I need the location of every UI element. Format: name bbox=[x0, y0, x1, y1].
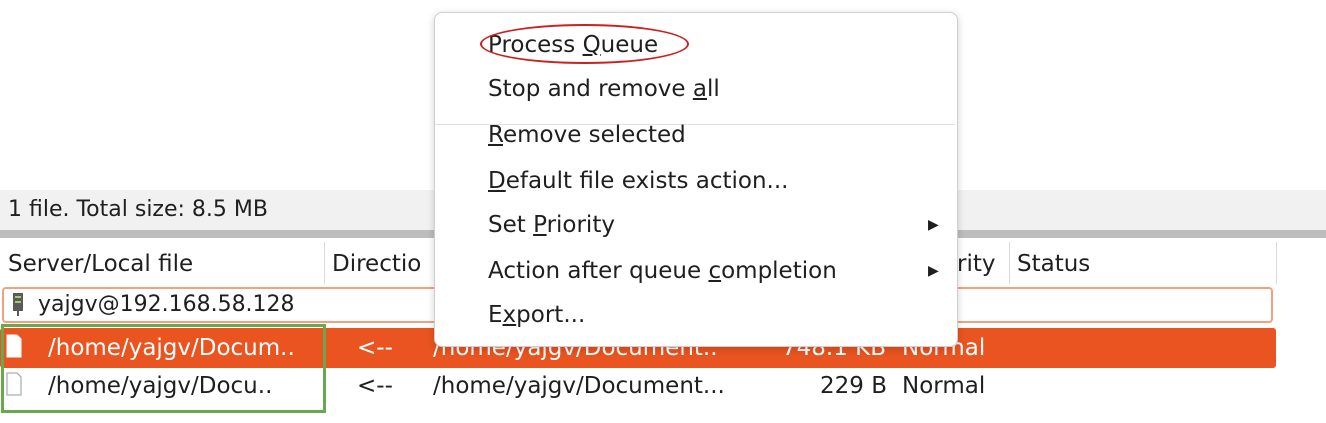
submenu-arrow-icon: ▶ bbox=[928, 217, 939, 233]
direction-cell: <-- bbox=[357, 335, 393, 361]
remote-file-cell: /home/yajgv/Document... bbox=[433, 373, 725, 399]
queue-context-menu: Process Queue Stop and remove all Remove… bbox=[434, 12, 958, 347]
column-direction[interactable]: Directio bbox=[332, 238, 432, 286]
direction-cell: <-- bbox=[357, 373, 393, 399]
menu-item-default-file-exists[interactable]: Default file exists action... bbox=[435, 159, 955, 203]
column-status[interactable]: Status bbox=[1017, 238, 1267, 286]
process-queue-highlight bbox=[480, 24, 689, 64]
column-separator[interactable] bbox=[324, 242, 325, 284]
size-cell: 229 B bbox=[820, 373, 887, 399]
column-separator[interactable] bbox=[1009, 242, 1010, 284]
menu-item-set-priority[interactable]: Set Priority ▶ bbox=[435, 203, 955, 247]
menu-item-export[interactable]: Export... bbox=[435, 293, 955, 337]
server-label: yajgv@192.168.58.128 bbox=[38, 292, 295, 317]
column-priority[interactable]: rity bbox=[957, 238, 1007, 286]
column-separator[interactable] bbox=[1276, 242, 1277, 284]
submenu-arrow-icon: ▶ bbox=[928, 263, 939, 279]
menu-item-stop-remove-all[interactable]: Stop and remove all bbox=[435, 67, 955, 111]
column-server-local-file[interactable]: Server/Local file bbox=[8, 238, 324, 286]
menu-item-action-after-queue[interactable]: Action after queue completion ▶ bbox=[435, 249, 955, 293]
server-icon bbox=[13, 293, 23, 316]
local-file-highlight bbox=[1, 324, 326, 413]
menu-item-remove-selected[interactable]: Remove selected bbox=[435, 113, 955, 157]
priority-cell: Normal bbox=[902, 373, 986, 399]
